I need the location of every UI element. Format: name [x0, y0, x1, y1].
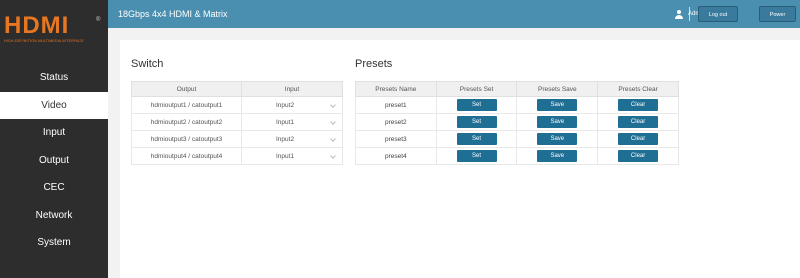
preset-row: preset4 Set Save Clear	[355, 147, 679, 165]
presets-table: Presets Name Presets Set Presets Save Pr…	[355, 81, 679, 165]
sidebar-item-video[interactable]: Video	[0, 91, 108, 119]
preset-name: preset1	[355, 96, 437, 114]
preset-save-button[interactable]: Save	[537, 150, 578, 162]
chevron-down-icon	[330, 102, 336, 108]
switch-output-name: hdmioutput4 / catoutput4	[131, 147, 242, 165]
presets-col-clear: Presets Clear	[597, 81, 679, 97]
switch-row: hdmioutput3 / catoutput3 Input2	[131, 130, 343, 148]
presets-col-name: Presets Name	[355, 81, 437, 97]
logout-button[interactable]: Log out	[698, 6, 738, 22]
logo-text: HDMI	[4, 12, 70, 39]
input-select-output3[interactable]: Input2	[241, 130, 343, 148]
logo-tagline: HIGH-DEFINITION MULTIMEDIA INTERFACE	[4, 39, 84, 43]
preset-clear-button[interactable]: Clear	[618, 150, 659, 162]
input-select-value: Input1	[276, 118, 295, 126]
switch-table: Output Input hdmioutput1 / catoutput1 In…	[131, 81, 343, 165]
sidebar-item-network[interactable]: Network	[0, 202, 108, 230]
sidebar-item-cec[interactable]: CEC	[0, 174, 108, 202]
sidebar-item-input[interactable]: Input	[0, 119, 108, 147]
power-on-button[interactable]: Power on	[759, 6, 796, 34]
switch-output-name: hdmioutput2 / catoutput2	[131, 113, 242, 131]
presets-col-set: Presets Set	[435, 81, 518, 97]
sidebar-nav: Status Video Input Output CEC Network Sy…	[0, 64, 108, 257]
input-select-output1[interactable]: Input2	[241, 96, 343, 114]
switch-output-name: hdmioutput3 / catoutput3	[131, 130, 242, 148]
logo-trademark: ®	[96, 17, 101, 23]
top-bar: 18Gbps 4x4 HDMI & Matrix Admin Log out P…	[108, 0, 800, 34]
preset-set-button[interactable]: Set	[456, 99, 497, 111]
preset-clear-button[interactable]: Clear	[618, 99, 659, 111]
header-divider	[689, 7, 690, 21]
hdmi-logo: HDMI ® HIGH-DEFINITION MULTIMEDIA INTERF…	[4, 14, 104, 48]
input-select-value: Input2	[276, 101, 295, 109]
preset-set-button[interactable]: Set	[456, 150, 497, 162]
preset-save-button[interactable]: Save	[537, 99, 578, 111]
sidebar: HDMI ® HIGH-DEFINITION MULTIMEDIA INTERF…	[0, 0, 108, 278]
sidebar-item-status[interactable]: Status	[0, 64, 108, 92]
switch-row: hdmioutput1 / catoutput1 Input2	[131, 96, 343, 114]
main-content: Switch Output Input hdmioutput1 / catout…	[108, 28, 800, 278]
app-title: 18Gbps 4x4 HDMI & Matrix	[118, 9, 228, 19]
chevron-down-icon	[330, 153, 336, 159]
sidebar-item-output[interactable]: Output	[0, 147, 108, 175]
preset-set-button[interactable]: Set	[456, 133, 497, 145]
switch-output-name: hdmioutput1 / catoutput1	[131, 96, 242, 114]
switch-row: hdmioutput2 / catoutput2 Input1	[131, 113, 343, 131]
switch-row: hdmioutput4 / catoutput4 Input1	[131, 147, 343, 165]
preset-name: preset4	[355, 147, 437, 165]
preset-save-button[interactable]: Save	[537, 116, 578, 128]
preset-save-button[interactable]: Save	[537, 133, 578, 145]
presets-header-row: Presets Name Presets Set Presets Save Pr…	[355, 81, 679, 97]
preset-clear-button[interactable]: Clear	[618, 116, 659, 128]
input-select-value: Input1	[276, 152, 295, 160]
presets-col-save: Presets Save	[516, 81, 599, 97]
switch-header-row: Output Input	[131, 81, 343, 97]
user-icon	[675, 9, 683, 19]
preset-clear-button[interactable]: Clear	[618, 133, 659, 145]
input-select-output2[interactable]: Input1	[241, 113, 343, 131]
preset-name: preset3	[355, 130, 437, 148]
switch-col-input: Input	[241, 81, 343, 97]
input-select-value: Input2	[276, 135, 295, 143]
chevron-down-icon	[330, 136, 336, 142]
video-panel: Switch Output Input hdmioutput1 / catout…	[120, 40, 800, 278]
preset-row: preset3 Set Save Clear	[355, 130, 679, 148]
input-select-output4[interactable]: Input1	[241, 147, 343, 165]
preset-row: preset2 Set Save Clear	[355, 113, 679, 131]
chevron-down-icon	[330, 119, 336, 125]
preset-set-button[interactable]: Set	[456, 116, 497, 128]
switch-col-output: Output	[131, 81, 242, 97]
sidebar-item-system[interactable]: System	[0, 229, 108, 257]
switch-title: Switch	[131, 58, 164, 70]
preset-row: preset1 Set Save Clear	[355, 96, 679, 114]
preset-name: preset2	[355, 113, 437, 131]
presets-title: Presets	[355, 58, 393, 70]
